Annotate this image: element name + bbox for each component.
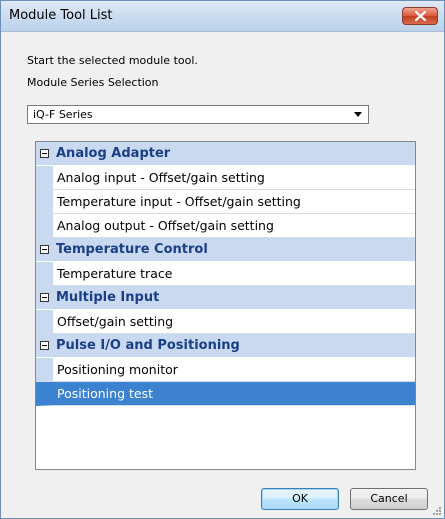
collapse-icon[interactable] — [40, 245, 49, 254]
list-item[interactable]: Temperature trace — [36, 262, 415, 286]
list-item-selected[interactable]: Positioning test — [36, 382, 415, 406]
category-temperature-control[interactable]: Temperature Control — [36, 238, 415, 262]
window-title: Module Tool List — [9, 8, 113, 23]
cancel-button[interactable]: Cancel — [350, 488, 428, 510]
list-item[interactable]: Offset/gain setting — [36, 310, 415, 334]
list-item-label: Temperature input - Offset/gain setting — [57, 194, 301, 209]
list-item-label: Temperature trace — [57, 266, 173, 281]
collapse-icon[interactable] — [40, 149, 49, 158]
list-item-label: Analog input - Offset/gain setting — [57, 170, 265, 185]
series-selection-label: Module Series Selection — [27, 76, 159, 89]
list-item-label: Positioning monitor — [57, 362, 178, 377]
list-item[interactable]: Analog output - Offset/gain setting — [36, 214, 415, 238]
category-label: Analog Adapter — [56, 146, 171, 161]
collapse-icon[interactable] — [40, 293, 49, 302]
category-analog-adapter[interactable]: Analog Adapter — [36, 142, 415, 166]
list-item[interactable]: Temperature input - Offset/gain setting — [36, 190, 415, 214]
category-pulse-io-positioning[interactable]: Pulse I/O and Positioning — [36, 334, 415, 358]
chevron-down-icon — [354, 112, 362, 117]
category-label: Temperature Control — [56, 242, 208, 257]
category-multiple-input[interactable]: Multiple Input — [36, 286, 415, 310]
ok-button[interactable]: OK — [261, 488, 339, 510]
tool-list[interactable]: Analog Adapter Analog input - Offset/gai… — [35, 141, 416, 470]
list-item-label: Analog output - Offset/gain setting — [57, 218, 274, 233]
resize-grip-icon[interactable] — [432, 506, 442, 516]
category-label: Pulse I/O and Positioning — [56, 338, 240, 353]
list-item-label: Offset/gain setting — [57, 314, 174, 329]
list-item[interactable]: Analog input - Offset/gain setting — [36, 166, 415, 190]
series-select[interactable]: iQ-F Series — [27, 105, 369, 124]
title-bar[interactable]: Module Tool List — [1, 1, 444, 32]
intro-text: Start the selected module tool. — [27, 54, 198, 67]
series-select-value: iQ-F Series — [33, 108, 93, 121]
list-item[interactable]: Positioning monitor — [36, 358, 415, 382]
collapse-icon[interactable] — [40, 341, 49, 350]
close-icon — [415, 11, 426, 21]
module-tool-list-dialog: Module Tool List Start the selected modu… — [0, 0, 445, 519]
close-button[interactable] — [402, 7, 438, 25]
category-label: Multiple Input — [56, 290, 160, 305]
list-item-label: Positioning test — [57, 386, 153, 401]
